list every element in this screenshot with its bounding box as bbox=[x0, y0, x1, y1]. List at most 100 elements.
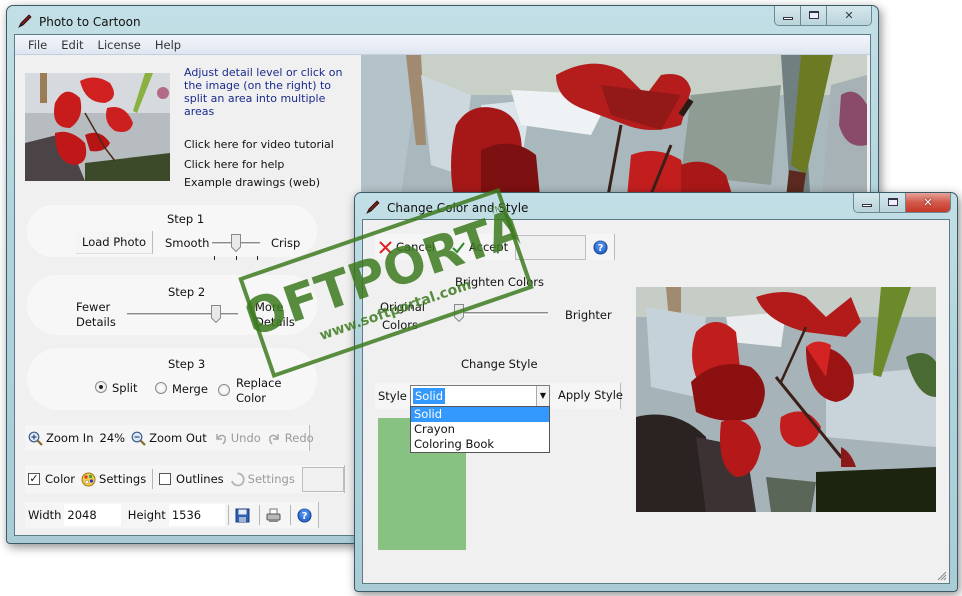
style-preview-image bbox=[636, 287, 936, 512]
accept-button[interactable]: Accept bbox=[448, 240, 511, 255]
minimize-icon bbox=[862, 204, 872, 207]
cancel-button[interactable]: Cancel bbox=[375, 240, 438, 255]
replace-color-radio[interactable] bbox=[218, 384, 230, 396]
size-toolbar: Width 2048 Height 1536 ? bbox=[25, 502, 319, 528]
color-preview-box[interactable] bbox=[515, 234, 586, 260]
detail-slider[interactable] bbox=[127, 305, 238, 325]
slider-tick bbox=[214, 256, 215, 260]
dialog-action-toolbar: Cancel Accept ? bbox=[375, 234, 615, 260]
slider-track bbox=[454, 312, 548, 315]
step1-label: Step 1 bbox=[167, 212, 205, 226]
replace-color-label-2[interactable]: Color bbox=[236, 391, 266, 405]
dialog-minimize-button[interactable] bbox=[854, 193, 880, 212]
slider-thumb[interactable] bbox=[454, 304, 464, 322]
undo-button[interactable]: Undo bbox=[210, 431, 264, 446]
menu-license[interactable]: License bbox=[91, 35, 148, 55]
redo-button[interactable]: Redo bbox=[264, 431, 317, 446]
style-select[interactable]: Solid ▼ bbox=[410, 385, 550, 407]
load-photo-button[interactable]: Load Photo bbox=[76, 231, 154, 254]
fewer-details-label-2: Details bbox=[76, 315, 116, 329]
save-button[interactable] bbox=[232, 508, 256, 523]
smoothness-slider[interactable] bbox=[212, 234, 260, 260]
instructions-text: Adjust detail level or click on the imag… bbox=[184, 66, 343, 118]
cancel-x-icon bbox=[379, 240, 392, 254]
original-colors-label-1: Original bbox=[380, 300, 426, 314]
resize-grip-icon[interactable] bbox=[935, 569, 947, 581]
toolbar-separator bbox=[228, 505, 230, 525]
brighten-colors-label: Brighten Colors bbox=[455, 275, 544, 289]
toolbar-separator bbox=[259, 505, 261, 525]
help-icon: ? bbox=[593, 240, 608, 254]
zoom-in-button[interactable]: Zoom In bbox=[25, 431, 97, 446]
cancel-label: Cancel bbox=[396, 240, 435, 254]
change-style-label: Change Style bbox=[461, 357, 538, 371]
merge-radio[interactable] bbox=[155, 382, 167, 394]
step3-label: Step 3 bbox=[168, 357, 206, 371]
menu-edit[interactable]: Edit bbox=[54, 35, 90, 55]
video-tutorial-link[interactable]: Click here for video tutorial bbox=[184, 138, 334, 151]
split-label[interactable]: Split bbox=[112, 381, 138, 395]
dialog-maximize-button[interactable] bbox=[880, 193, 906, 212]
printer-icon bbox=[266, 508, 281, 522]
toolbar-separator bbox=[290, 505, 291, 525]
slider-tick bbox=[236, 256, 237, 260]
style-option-crayon[interactable]: Crayon bbox=[411, 422, 549, 437]
brighten-slider[interactable] bbox=[454, 304, 548, 324]
minimize-icon bbox=[783, 17, 793, 20]
width-label: Width bbox=[28, 508, 62, 522]
brighter-label: Brighter bbox=[565, 308, 612, 322]
split-radio[interactable] bbox=[95, 381, 107, 393]
slider-tick bbox=[257, 256, 258, 260]
color-settings-button[interactable]: Settings bbox=[78, 472, 149, 487]
color-option[interactable]: ✓ Color bbox=[25, 472, 78, 486]
close-button[interactable]: ✕ bbox=[827, 6, 871, 25]
height-input[interactable]: 1536 bbox=[168, 504, 226, 526]
zoom-out-label: Zoom Out bbox=[149, 431, 207, 445]
minimize-button[interactable] bbox=[775, 6, 801, 25]
style-option-coloring-book[interactable]: Coloring Book bbox=[411, 437, 549, 452]
merge-label[interactable]: Merge bbox=[172, 382, 208, 396]
dialog-close-button[interactable]: ✕ bbox=[906, 193, 950, 212]
example-drawings-link[interactable]: Example drawings (web) bbox=[184, 176, 320, 189]
maximize-icon bbox=[809, 11, 819, 19]
outline-color-box[interactable] bbox=[301, 466, 344, 492]
outlines-checkbox[interactable] bbox=[159, 473, 172, 485]
style-option-solid[interactable]: Solid bbox=[411, 407, 549, 422]
close-icon: ✕ bbox=[844, 9, 854, 22]
height-label: Height bbox=[127, 508, 166, 522]
style-dropdown-list: Solid Crayon Coloring Book bbox=[410, 406, 550, 453]
maximize-button[interactable] bbox=[801, 6, 827, 25]
help-button[interactable]: ? bbox=[294, 508, 318, 523]
apply-style-button[interactable]: Apply Style bbox=[555, 388, 626, 402]
print-button[interactable] bbox=[263, 508, 287, 523]
outline-settings-icon bbox=[230, 472, 245, 486]
main-window-title: Photo to Cartoon bbox=[39, 15, 141, 29]
width-input[interactable]: 2048 bbox=[64, 504, 121, 526]
outlines-settings-button[interactable]: Settings bbox=[227, 472, 298, 487]
original-photo-thumbnail[interactable] bbox=[25, 73, 170, 181]
save-icon bbox=[235, 508, 250, 522]
smooth-label: Smooth bbox=[165, 236, 210, 250]
more-details-label-1: More bbox=[255, 300, 284, 314]
help-link[interactable]: Click here for help bbox=[184, 158, 284, 171]
cartoon-preview-image[interactable] bbox=[361, 55, 867, 207]
slider-thumb[interactable] bbox=[210, 305, 221, 323]
zoom-out-button[interactable]: Zoom Out bbox=[128, 431, 210, 446]
menu-help[interactable]: Help bbox=[148, 35, 188, 55]
chevron-down-icon[interactable]: ▼ bbox=[536, 386, 549, 406]
slider-thumb[interactable] bbox=[231, 234, 241, 252]
outlines-option[interactable]: Outlines bbox=[156, 472, 227, 486]
maximize-icon bbox=[888, 198, 898, 206]
replace-color-label-1[interactable]: Replace bbox=[236, 376, 282, 390]
menu-bar: File Edit License Help bbox=[15, 35, 870, 55]
close-icon: ✕ bbox=[923, 196, 933, 209]
main-title-bar[interactable]: Photo to Cartoon ✕ bbox=[7, 6, 878, 36]
zoom-in-icon bbox=[28, 431, 43, 446]
color-checkbox[interactable]: ✓ bbox=[28, 473, 40, 485]
menu-file[interactable]: File bbox=[21, 35, 54, 55]
style-selected-value: Solid bbox=[413, 388, 446, 404]
accept-label: Accept bbox=[468, 240, 509, 254]
dialog-help-button[interactable]: ? bbox=[590, 240, 614, 255]
undo-icon bbox=[215, 433, 226, 445]
zoom-toolbar: Zoom In 24% Zoom Out Undo Redo bbox=[25, 425, 314, 451]
